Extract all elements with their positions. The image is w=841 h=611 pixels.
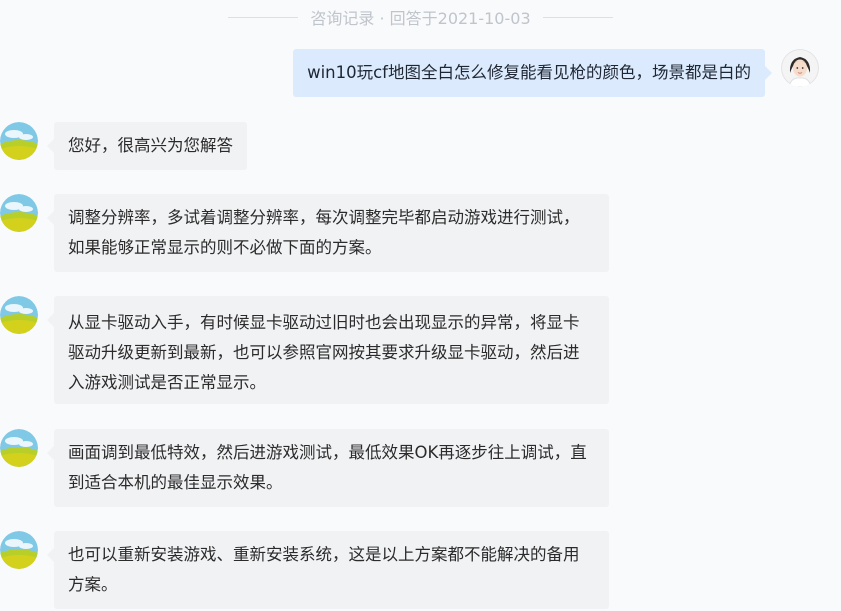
header-divider-right bbox=[542, 16, 613, 18]
answer-message-text: 调整分辨率，多试着调整分辨率，每次调整完毕都启动游戏进行测试，如果能够正常显示的… bbox=[68, 208, 580, 257]
answerer-avatar[interactable] bbox=[0, 296, 38, 334]
answer-message-text: 也可以重新安装游戏、重新安装系统，这是以上方案都不能解决的备用方案。 bbox=[68, 545, 580, 594]
answer-message-bubble: 也可以重新安装游戏、重新安装系统，这是以上方案都不能解决的备用方案。 bbox=[47, 531, 609, 609]
answer-message-bubble: 画面调到最低特效，然后进游戏测试，最低效果OK再逐步往上调试，直到适合本机的最佳… bbox=[47, 429, 609, 507]
answerer-avatar-icon bbox=[0, 122, 38, 160]
answer-message-text: 画面调到最低特效，然后进游戏测试，最低效果OK再逐步往上调试，直到适合本机的最佳… bbox=[68, 443, 587, 492]
consult-record-label: 咨询记录 · 回答于2021-10-03 bbox=[310, 9, 531, 28]
answer-message-text: 您好，很高兴为您解答 bbox=[68, 136, 233, 155]
user-avatar-icon bbox=[781, 49, 819, 87]
header-divider-left bbox=[228, 16, 299, 18]
answer-message-bubble: 您好，很高兴为您解答 bbox=[47, 122, 247, 170]
answerer-avatar[interactable] bbox=[0, 122, 38, 160]
answer-message-bubble: 从显卡驱动入手，有时候显卡驱动过旧时也会出现显示的异常，将显卡驱动升级更新到最新… bbox=[47, 296, 609, 404]
answerer-avatar-icon bbox=[0, 429, 38, 467]
answer-message-text: 从显卡驱动入手，有时候显卡驱动过旧时也会出现显示的异常，将显卡驱动升级更新到最新… bbox=[68, 313, 580, 392]
answerer-avatar-icon bbox=[0, 531, 38, 569]
answerer-avatar-icon bbox=[0, 296, 38, 334]
user-message-bubble: win10玩cf地图全白怎么修复能看见枪的颜色，场景都是白的 bbox=[293, 49, 772, 97]
answerer-avatar-icon bbox=[0, 194, 38, 232]
user-message-text: win10玩cf地图全白怎么修复能看见枪的颜色，场景都是白的 bbox=[307, 63, 751, 82]
answerer-avatar[interactable] bbox=[0, 531, 38, 569]
answerer-avatar[interactable] bbox=[0, 429, 38, 467]
answer-message-bubble: 调整分辨率，多试着调整分辨率，每次调整完毕都启动游戏进行测试，如果能够正常显示的… bbox=[47, 194, 609, 272]
user-avatar[interactable] bbox=[781, 49, 819, 87]
answerer-avatar[interactable] bbox=[0, 194, 38, 232]
conversation-header: 咨询记录 · 回答于2021-10-03 bbox=[0, 0, 841, 34]
